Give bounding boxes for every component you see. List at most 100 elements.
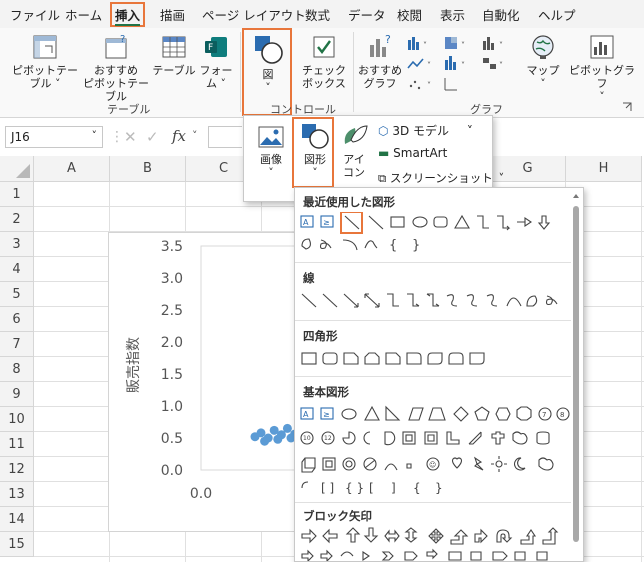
name-box[interactable]: J16 ˅ [5,126,103,148]
svg-text:8: 8 [560,411,564,419]
insert-function-icon[interactable]: fx [172,127,186,145]
enter-icon[interactable]: ✓ [146,128,159,146]
shapes-scrollbar[interactable] [572,192,580,558]
row-header-13[interactable]: 13 [0,482,34,507]
icons-button[interactable]: アイ コン [337,122,371,179]
recommended-pivot-button[interactable]: ? おすすめ ピボットテーブル [78,33,154,103]
y-tick-label: 1.5 [161,367,183,383]
image-chevron-icon: ˅ [268,166,274,179]
section-separator [295,502,571,503]
svg-text:{: { [389,238,397,253]
section-rectangles: 四角形 [303,329,338,343]
menu-insert[interactable]: 挿入 [110,2,146,27]
column-header-a[interactable]: A [34,156,110,182]
y-tick-label: 2.0 [161,335,183,351]
image-icon [258,126,284,148]
svg-text:˅: ˅ [499,61,503,70]
forms-button[interactable]: F フォー ム ˅ [197,33,235,90]
chart-type-buttons[interactable]: ˅ ˅ ˅ ˅ ˅ ˅ ˅ [405,34,515,98]
row-header-10[interactable]: 10 [0,407,34,432]
table-icon [162,36,186,58]
block-arrows-row[interactable] [299,526,575,562]
data-point[interactable] [260,436,270,446]
menu-formulas[interactable]: 数式 [305,5,330,24]
row-header-1[interactable]: 1 [0,182,34,207]
column-header-b[interactable]: B [110,156,186,182]
y-tick-label: 3.5 [161,239,183,255]
map-chevron-icon: ˅ [540,77,546,90]
svg-text:}: } [412,238,420,253]
row-header-15[interactable]: 15 [0,532,34,557]
row-header-8[interactable]: 8 [0,357,34,382]
x-tick-label: 0.0 [190,486,212,502]
y-tick-label: 1.0 [161,399,183,415]
select-all-triangle-icon [16,164,30,178]
lines-row[interactable] [299,290,575,312]
smartart-button[interactable]: ▬ SmartArt [378,146,447,160]
svg-text:˅: ˅ [423,41,427,50]
name-box-chevron-icon[interactable]: ˅ [92,129,98,142]
data-point[interactable] [256,428,266,438]
svg-text:˅: ˅ [427,81,431,90]
svg-text:]: ] [391,481,396,495]
cancel-icon[interactable]: ✕ [124,128,137,146]
pivot-chart-button[interactable]: ピボットグラフ ˅ [565,33,639,103]
recent-shapes-row[interactable]: A ≥ { } [299,212,575,254]
svg-text:12: 12 [324,435,332,442]
row-header-7[interactable]: 7 [0,332,34,357]
scroll-up-arrow-icon[interactable] [572,192,580,200]
svg-text:7: 7 [542,411,546,419]
name-box-value: J16 [11,130,30,144]
menu-help[interactable]: ヘルプ [538,5,576,24]
image-button[interactable]: 画像 ˅ [249,124,293,179]
menu-review[interactable]: 校閲 [397,5,422,24]
pivot-table-button[interactable]: ピボットテー ブル ˅ [12,33,78,90]
shapes-gallery: 最近使用した図形 A ≥ { } 線 四角形 基本図形 A ≥ 7 8 10 1… [294,187,584,562]
menu-data[interactable]: データ [348,5,386,24]
svg-text:}: } [435,481,443,495]
menu-view[interactable]: 表示 [440,5,465,24]
menu-home[interactable]: ホーム [65,5,102,24]
y-axis-label: 販売指数 [126,337,142,393]
formula-input[interactable] [208,126,242,148]
cube-icon: ⬡ [378,124,389,138]
row-header-5[interactable]: 5 [0,282,34,307]
pivot-chart-icon [590,35,614,59]
row-header-11[interactable]: 11 [0,432,34,457]
data-point[interactable] [282,423,292,433]
menu-file[interactable]: ファイル [10,5,60,24]
menu-bar: ファイル ホーム 挿入 描画 ページ レイアウト 数式 データ 校閲 表示 自動… [0,0,644,28]
y-tick-label: 0.5 [161,431,183,447]
map-button[interactable]: マップ ˅ [523,33,563,90]
basic-shapes-grid[interactable]: A ≥ 7 8 10 12 ☺ [ ] { } [ ] { } [299,404,575,496]
recommended-chart-button[interactable]: ? おすすめ グラフ [356,33,404,90]
svg-text:[: [ [369,481,374,495]
column-header-h[interactable]: H [566,156,642,182]
row-header-12[interactable]: 12 [0,457,34,482]
row-header-6[interactable]: 6 [0,307,34,332]
row-header-4[interactable]: 4 [0,257,34,282]
3d-model-button[interactable]: ⬡ 3D モデル ˅ [378,122,473,139]
svg-text:˅: ˅ [461,61,465,70]
screenshot-button[interactable]: ⧉ スクリーンショット ˅ [378,170,504,186]
row-header-3[interactable]: 3 [0,232,34,257]
scroll-thumb[interactable] [573,206,579,542]
function-chevron-icon[interactable]: ˅ [192,129,198,142]
menu-page-layout[interactable]: ページ レイアウト [202,5,306,24]
rectangles-row[interactable] [299,348,575,370]
checkbox-button[interactable]: チェック ボックス [300,33,348,90]
svg-text:☺: ☺ [429,461,436,469]
menu-automate[interactable]: 自動化 [482,5,520,24]
row-header-14[interactable]: 14 [0,507,34,532]
row-header-9[interactable]: 9 [0,382,34,407]
screenshot-chevron-icon: ˅ [498,171,505,185]
data-point[interactable] [273,434,283,444]
select-all-corner[interactable] [0,156,34,182]
section-separator [295,320,571,321]
y-tick-label: 3.0 [161,271,183,287]
row-header-2[interactable]: 2 [0,207,34,232]
menu-draw[interactable]: 描画 [160,5,185,24]
table-button[interactable]: テーブル [152,33,196,77]
dialog-launcher-icon[interactable] [622,102,632,112]
svg-text:F: F [208,43,213,53]
